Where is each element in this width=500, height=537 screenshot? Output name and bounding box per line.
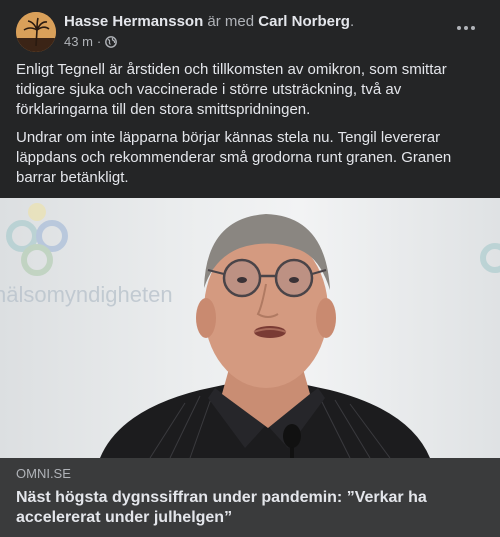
globe-icon[interactable] (105, 36, 118, 48)
author-name-link[interactable]: Hasse Hermansson (64, 13, 203, 30)
post-meta: 43 m · (64, 34, 118, 50)
post-paragraph: Undrar om inte läpparna börjar kännas st… (16, 129, 452, 186)
link-preview-image[interactable]: hälsomyndigheten (0, 198, 500, 458)
more-options-button[interactable] (448, 16, 484, 40)
link-domain: OMNI.SE (16, 466, 71, 481)
link-preview-footer[interactable]: OMNI.SE Näst högsta dygnssiffran under p… (0, 458, 500, 537)
feed-post: Hasse Hermansson är med Carl Norberg. 43… (0, 0, 500, 537)
post-text: Enligt Tegnell är årstiden och tillkomst… (0, 56, 500, 188)
link-headline[interactable]: Näst högsta dygnssiffran under pandemin:… (16, 488, 484, 528)
author-avatar[interactable] (16, 12, 56, 52)
post-paragraph: Enligt Tegnell är årstiden och tillkomst… (16, 61, 447, 118)
more-horizontal-icon (457, 26, 461, 30)
more-horizontal-icon (464, 26, 468, 30)
background-logo-text: hälsomyndigheten (0, 282, 173, 307)
author-line: Hasse Hermansson är med Carl Norberg. (64, 12, 354, 31)
post-timestamp-link[interactable]: 43 m (64, 34, 93, 50)
more-horizontal-icon (471, 26, 475, 30)
period: . (349, 13, 355, 30)
link-preview-card[interactable]: hälsomyndigheten OMNI.SE Näst högsta dyg… (0, 198, 500, 537)
avatar-image (16, 12, 56, 52)
meta-separator: · (96, 34, 102, 49)
tagged-person-link[interactable]: Carl Norberg (258, 13, 350, 30)
post-header: Hasse Hermansson är med Carl Norberg. 43… (0, 0, 500, 56)
with-text: är med (207, 13, 255, 30)
